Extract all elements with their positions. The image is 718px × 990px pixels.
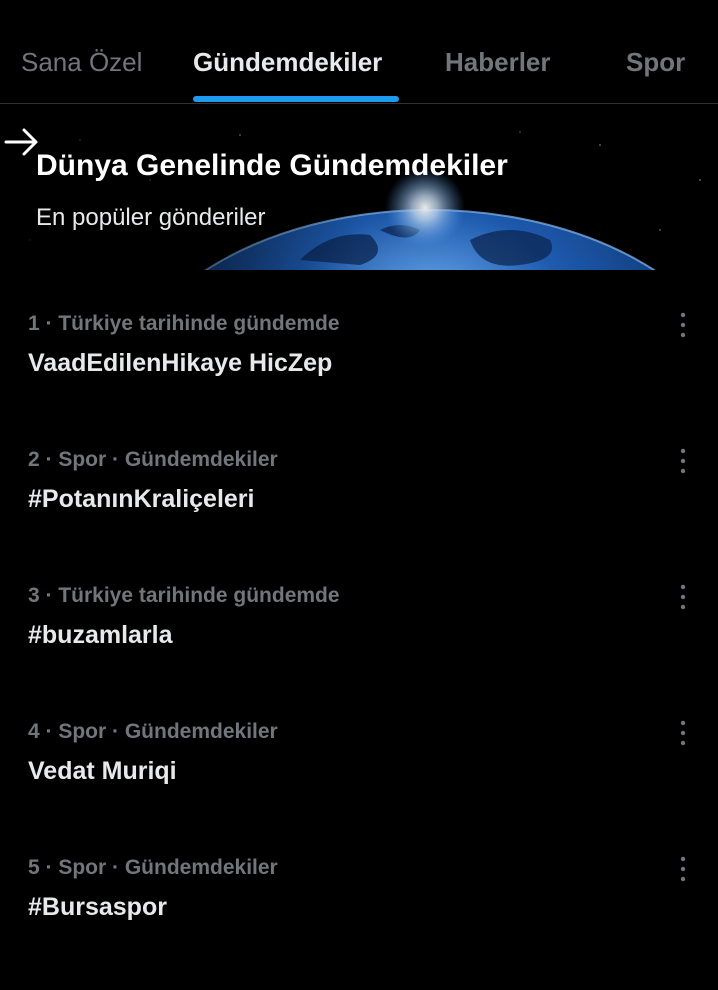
trend-context: 4 · Spor · Gündemdekiler: [28, 720, 278, 743]
banner-title: Dünya Genelinde Gündemdekiler: [36, 149, 508, 182]
trend-context: 2 · Spor · Gündemdekiler: [28, 448, 278, 471]
more-options-icon[interactable]: [668, 310, 698, 340]
trend-item[interactable]: 5 · Spor · Gündemdekiler #Bursaspor: [0, 854, 718, 990]
trend-context: 1 · Türkiye tarihinde gündemde: [28, 312, 340, 335]
earth-glow-image: [0, 120, 718, 270]
trend-item[interactable]: 1 · Türkiye tarihinde gündemde VaadEdile…: [0, 310, 718, 446]
trend-item[interactable]: 4 · Spor · Gündemdekiler Vedat Muriqi: [0, 718, 718, 854]
more-options-icon[interactable]: [668, 854, 698, 884]
worldwide-trends-banner[interactable]: Dünya Genelinde Gündemdekiler En popüler…: [0, 120, 718, 270]
more-options-icon[interactable]: [668, 718, 698, 748]
trend-context: 5 · Spor · Gündemdekiler: [28, 856, 278, 879]
more-options-icon[interactable]: [668, 446, 698, 476]
trend-title: VaadEdilenHikaye HicZep: [28, 349, 333, 377]
trend-title: #buzamlarla: [28, 621, 173, 649]
banner-subtitle: En popüler gönderiler: [36, 204, 266, 231]
tab-news[interactable]: Haberler: [445, 44, 551, 80]
arrow-right-icon[interactable]: [0, 120, 44, 164]
tab-bar: Sana Özel Gündemdekiler Haberler Spor: [0, 0, 718, 104]
tab-for-you[interactable]: Sana Özel: [21, 44, 142, 80]
trend-item[interactable]: 3 · Türkiye tarihinde gündemde #buzamlar…: [0, 582, 718, 718]
trend-title: Vedat Muriqi: [28, 757, 177, 785]
trend-item[interactable]: 2 · Spor · Gündemdekiler #PotanınKraliçe…: [0, 446, 718, 582]
more-options-icon[interactable]: [668, 582, 698, 612]
trend-context: 3 · Türkiye tarihinde gündemde: [28, 584, 340, 607]
tab-trending[interactable]: Gündemdekiler: [193, 44, 382, 80]
trend-title: #PotanınKraliçeleri: [28, 485, 255, 513]
trend-title: #Bursaspor: [28, 893, 167, 921]
tab-sports[interactable]: Spor: [626, 44, 685, 80]
active-tab-indicator: [193, 96, 399, 102]
